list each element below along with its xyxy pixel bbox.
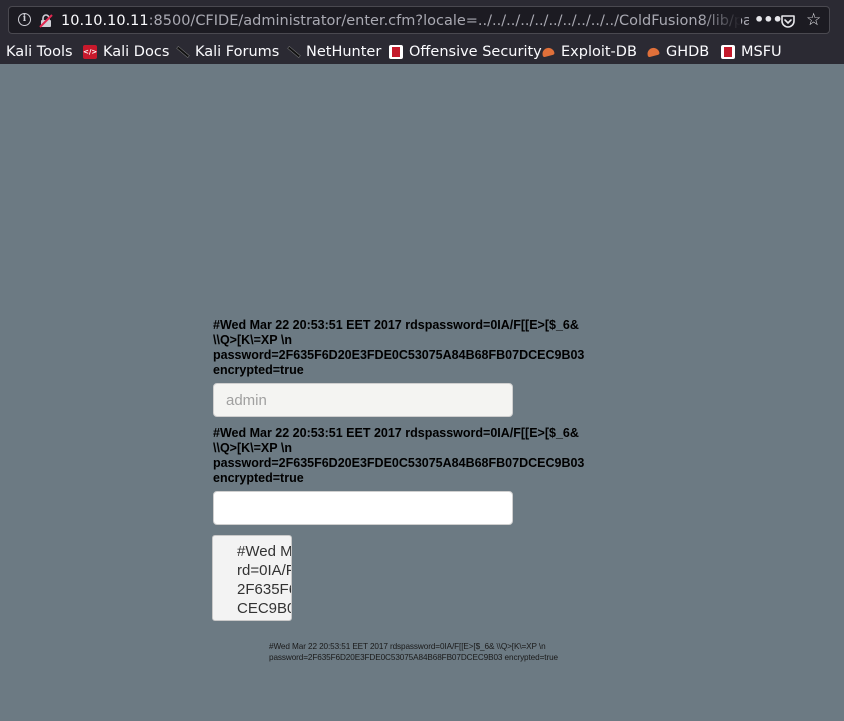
login-button[interactable]: #Wed Mar 22 20:53:51 EET 2017 rdspasswor… [212,535,292,621]
footer-text: #Wed Mar 22 20:53:51 EET 2017 rdspasswor… [269,642,558,662]
bookmark-msfu[interactable]: MSFU [721,40,782,64]
bookmark-label: MSFU [741,44,782,60]
kali-docs-icon: </> [83,45,97,59]
username-input[interactable] [213,383,513,417]
more-actions-icon[interactable]: ••• [754,10,783,29]
url-host: 10.10.10.11 [61,13,149,29]
url-fade [701,9,741,31]
kali-dragon-icon [175,45,189,59]
username-label: #Wed Mar 22 20:53:51 EET 2017 rdspasswor… [213,318,585,377]
pocket-icon[interactable] [780,13,796,29]
bookmark-kali-docs[interactable]: </> Kali Docs [83,40,169,64]
bookmark-label: Kali Tools [6,44,73,60]
nethunter-dragon-icon [286,45,300,59]
bookmark-kali-forums[interactable]: Kali Forums [175,40,279,64]
url-path: :8500/CFIDE/administrator/enter.cfm?loca… [148,13,749,29]
insecure-connection-icon[interactable] [38,13,54,29]
bookmarks-toolbar: Kali Tools </> Kali Docs Kali Forums Net… [0,40,844,64]
bookmark-ghdb[interactable]: GHDB [646,40,709,64]
bookmark-label: Kali Docs [103,44,170,60]
bookmark-offensive-security[interactable]: Offensive Security [389,40,542,64]
exploit-db-icon [541,45,555,59]
offensive-security-icon [389,45,403,59]
bookmark-nethunter[interactable]: NetHunter [286,40,381,64]
login-button-label: #Wed Mar 22 20:53:51 EET 2017 rdspasswor… [237,543,292,617]
msfu-icon [721,45,735,59]
browser-toolbar: i 10.10.10.11:8500/CFIDE/administrator/e… [0,0,844,40]
bookmark-label: Offensive Security [409,44,542,60]
bookmark-label: Exploit-DB [561,44,637,60]
ghdb-icon [646,45,660,59]
info-icon[interactable]: i [18,13,34,29]
bookmark-label: Kali Forums [195,44,280,60]
bookmark-exploit-db[interactable]: Exploit-DB [541,40,637,64]
bookmark-label: GHDB [666,44,710,60]
url-text[interactable]: 10.10.10.11:8500/CFIDE/administrator/ent… [61,11,749,31]
password-input[interactable] [213,491,513,525]
star-icon[interactable]: ☆ [806,10,822,30]
bookmark-label: NetHunter [306,44,382,60]
bookmark-kali-tools[interactable]: Kali Tools [6,40,73,64]
password-label: #Wed Mar 22 20:53:51 EET 2017 rdspasswor… [213,426,585,485]
address-bar[interactable]: i 10.10.10.11:8500/CFIDE/administrator/e… [8,6,830,34]
